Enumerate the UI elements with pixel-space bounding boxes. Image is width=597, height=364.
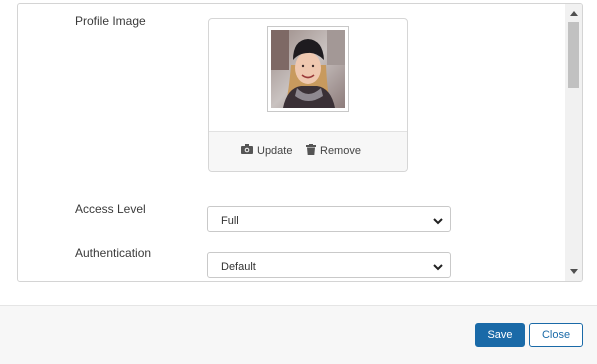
remove-label: Remove xyxy=(320,145,361,157)
profile-photo-frame xyxy=(267,26,349,112)
scroll-down-arrow-icon[interactable] xyxy=(570,269,578,274)
vertical-scrollbar[interactable] xyxy=(565,4,582,281)
chevron-down-icon xyxy=(433,216,443,225)
chevron-down-icon xyxy=(433,262,443,271)
profile-image-card: Update Remove xyxy=(208,18,408,172)
trash-icon xyxy=(306,144,316,158)
remove-photo-button[interactable]: Remove xyxy=(306,144,361,158)
dialog-footer: Save Close xyxy=(0,305,597,364)
update-label: Update xyxy=(257,144,293,157)
close-button[interactable]: Close xyxy=(529,323,583,347)
profile-photo xyxy=(271,30,345,108)
scroll-up-arrow-icon[interactable] xyxy=(570,11,578,16)
access-level-label: Access Level xyxy=(75,202,146,216)
edit-user-dialog: Profile Image Update Remove Access Level… xyxy=(0,0,597,364)
photo-actions-bar: Update Remove xyxy=(209,131,407,171)
update-photo-button[interactable]: Update xyxy=(241,144,292,157)
scrollbar-thumb[interactable] xyxy=(568,22,579,88)
authentication-label: Authentication xyxy=(75,246,152,260)
profile-image-label: Profile Image xyxy=(75,14,146,28)
access-level-value: Full xyxy=(221,215,239,227)
save-button[interactable]: Save xyxy=(475,323,525,347)
authentication-select[interactable]: Default xyxy=(207,252,451,278)
form-scroll-panel[interactable]: Profile Image Update Remove Access Level… xyxy=(17,3,583,282)
camera-icon xyxy=(241,144,253,157)
authentication-value: Default xyxy=(221,261,256,273)
access-level-select[interactable]: Full xyxy=(207,206,451,232)
